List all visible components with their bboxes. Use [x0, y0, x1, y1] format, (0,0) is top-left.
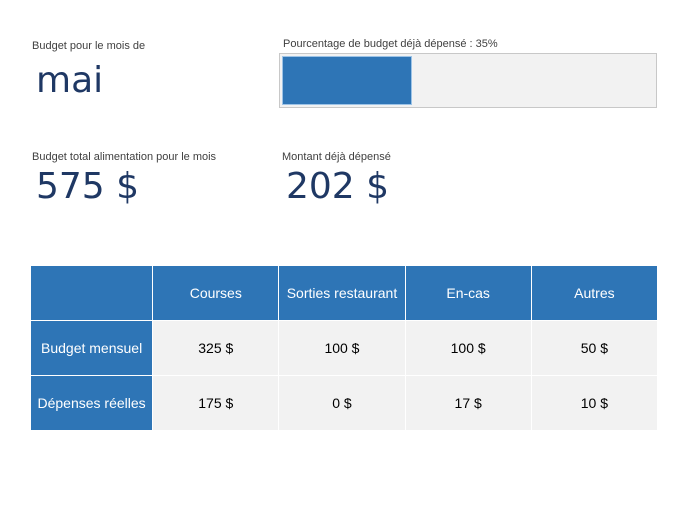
table-cell: 50 $: [530, 320, 659, 376]
table-cell: 17 $: [404, 375, 532, 431]
total-budget-value: 575 $: [36, 166, 140, 207]
month-value: mai: [36, 60, 104, 101]
budget-progress-bar: [279, 53, 657, 108]
table-corner-cell: [29, 265, 154, 321]
table-cell: 100 $: [278, 320, 406, 376]
column-header: Sorties restaurant: [278, 265, 406, 321]
table-cell: 325 $: [152, 320, 280, 376]
row-header: Dépenses réelles: [29, 375, 154, 431]
budget-percent-label: Pourcentage de budget déjà dépensé : 35%: [283, 38, 498, 50]
table-cell: 0 $: [278, 375, 406, 431]
row-header: Budget mensuel: [29, 320, 154, 376]
column-header: Autres: [530, 265, 659, 321]
budget-table: Courses Sorties restaurant En-cas Autres…: [29, 265, 659, 431]
table-cell: 100 $: [404, 320, 532, 376]
table-row: Dépenses réelles 175 $ 0 $ 17 $ 10 $: [29, 375, 659, 431]
column-header: Courses: [152, 265, 280, 321]
table-cell: 175 $: [152, 375, 280, 431]
column-header: En-cas: [404, 265, 532, 321]
table-cell: 10 $: [530, 375, 659, 431]
month-label: Budget pour le mois de: [32, 40, 146, 52]
spent-amount-value: 202 $: [286, 166, 390, 207]
spent-amount-label: Montant déjà dépensé: [282, 151, 391, 163]
total-budget-label: Budget total alimentation pour le mois: [32, 151, 217, 163]
table-header-row: Courses Sorties restaurant En-cas Autres: [29, 265, 659, 321]
table-row: Budget mensuel 325 $ 100 $ 100 $ 50 $: [29, 320, 659, 376]
budget-progress-fill: [282, 56, 412, 105]
